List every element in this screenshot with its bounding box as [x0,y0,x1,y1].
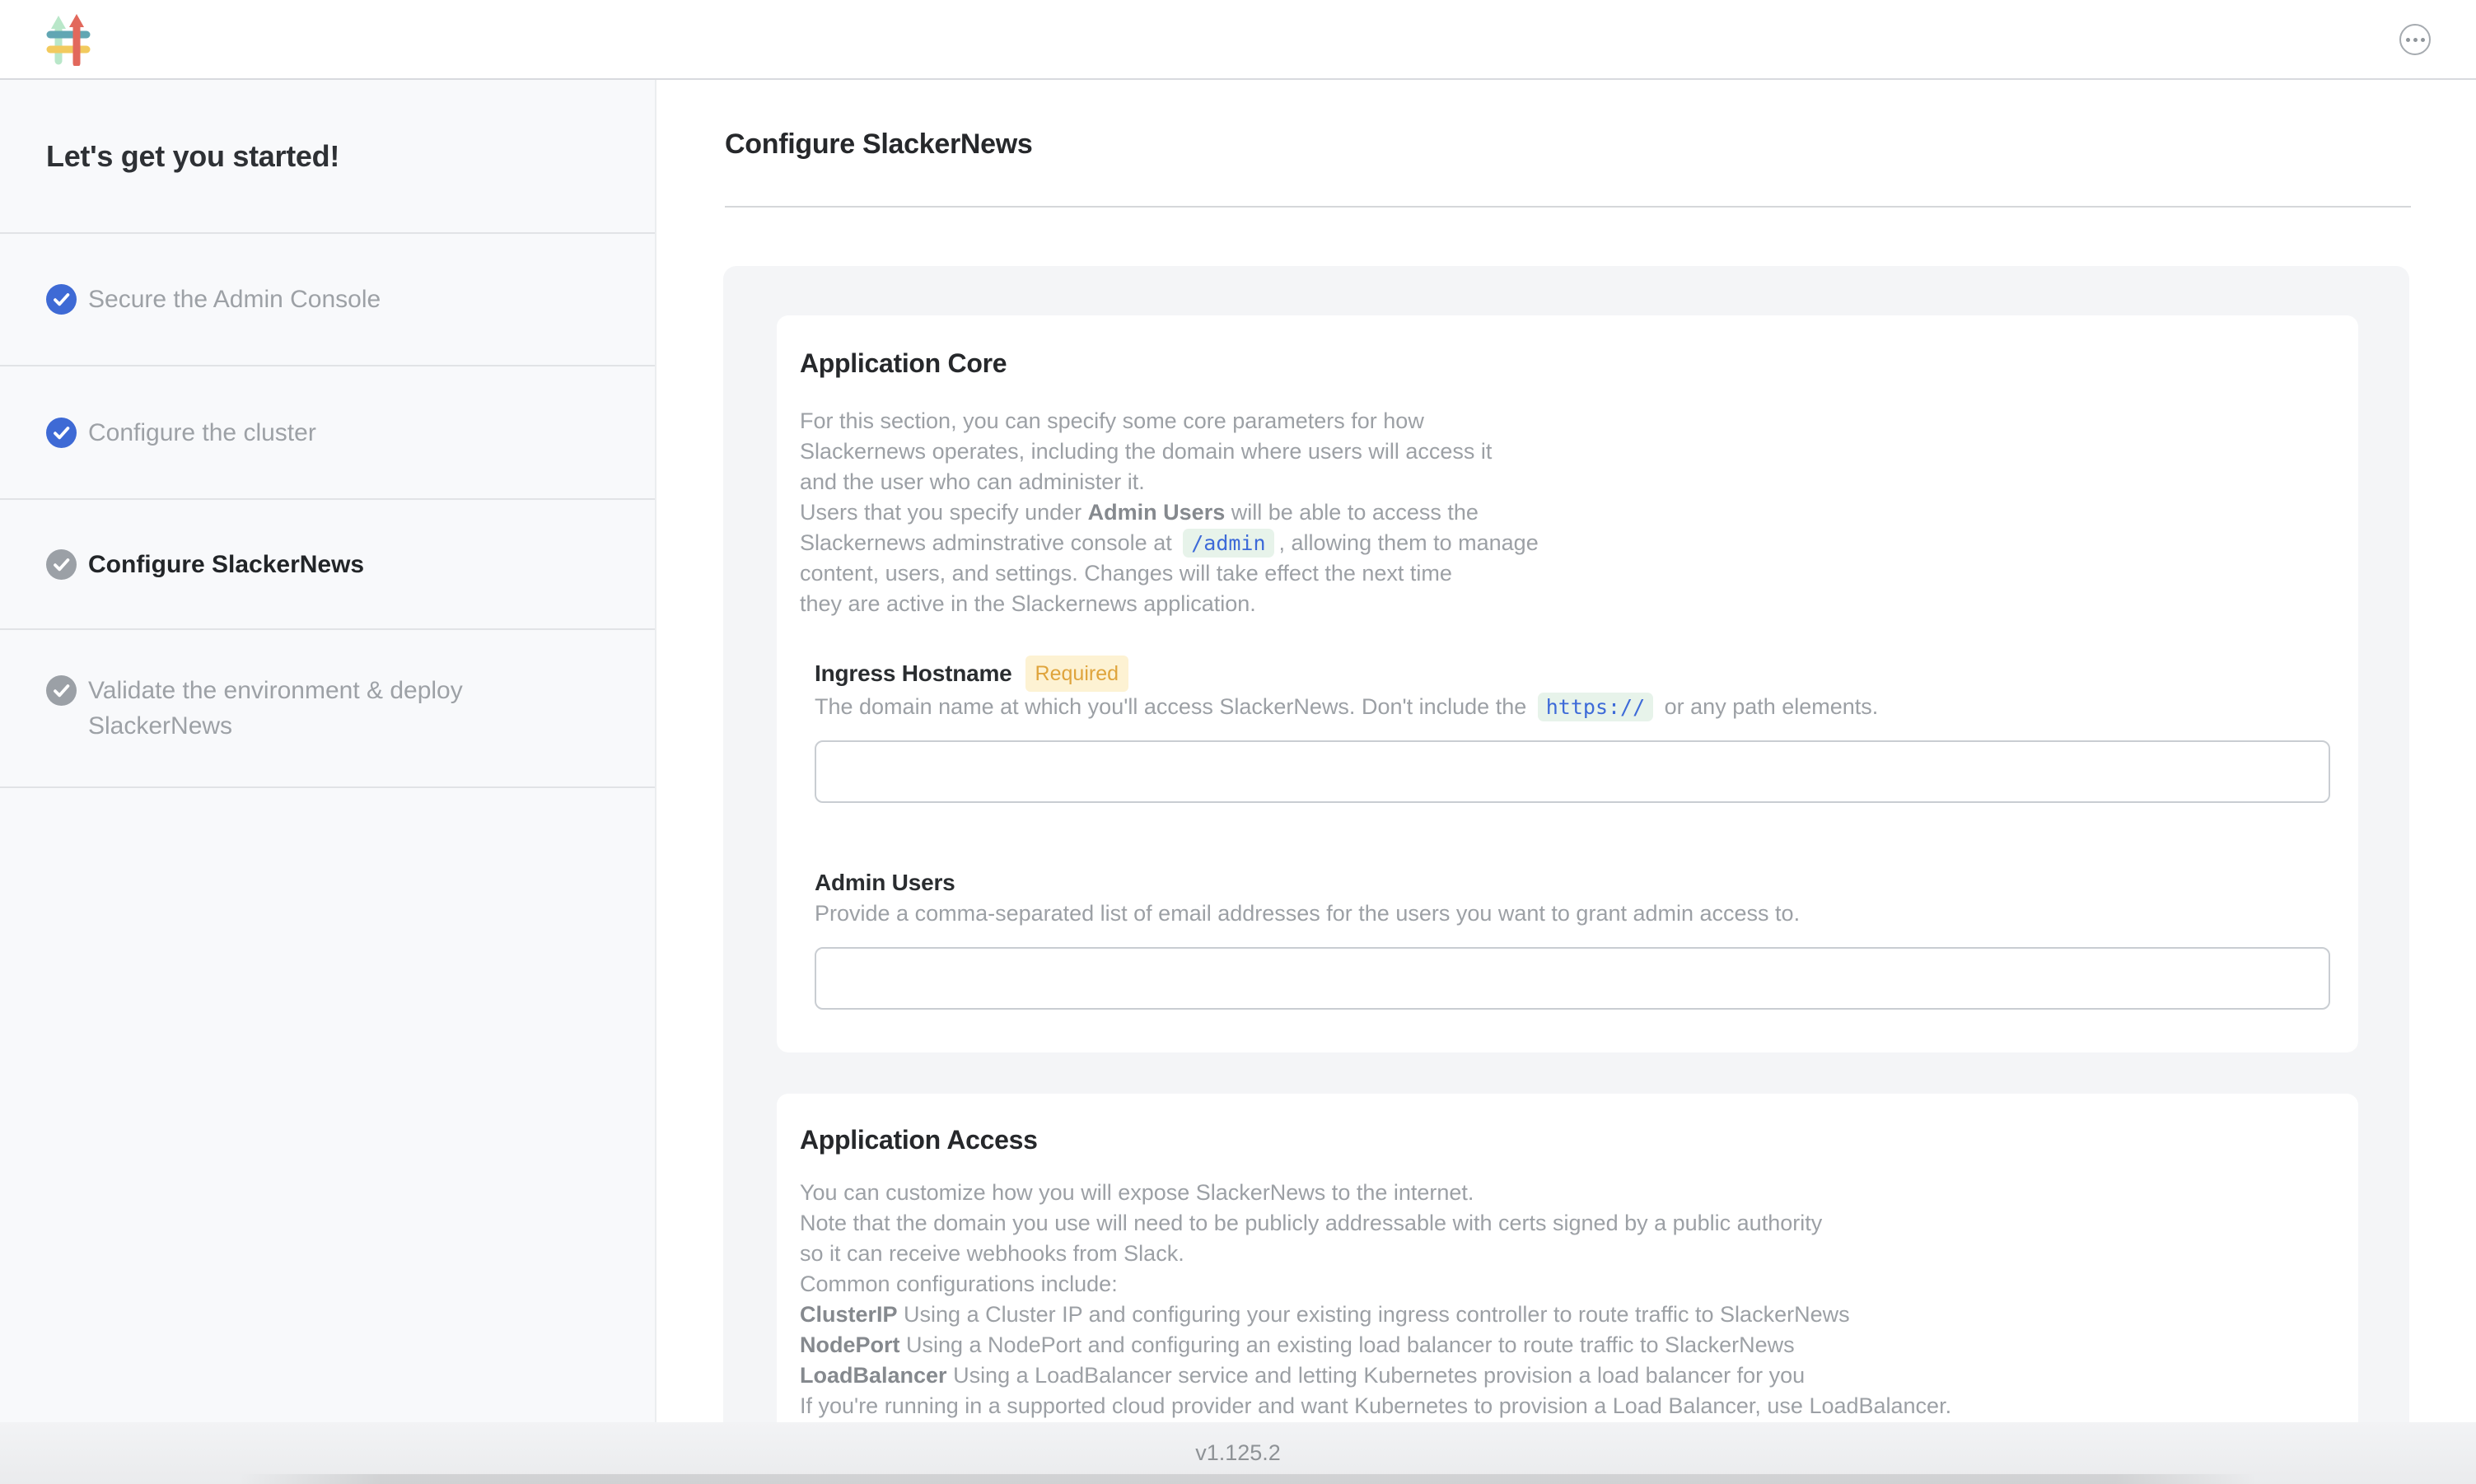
admin-path-code: /admin [1183,529,1273,558]
application-access-heading: Application Access [800,1125,2335,1155]
step-pending-check-icon [46,549,77,580]
admin-users-input[interactable] [815,947,2330,1010]
top-bar [0,0,2476,80]
application-core-card: Application Core For this section, you c… [777,315,2358,1052]
step-label: Configure SlackerNews [88,547,364,582]
application-access-card: Application Access You can customize how… [777,1094,2358,1422]
admin-users-help: Provide a comma-separated list of email … [815,898,2330,929]
more-options-button[interactable] [2399,24,2431,55]
application-access-description: You can customize how you will expose Sl… [800,1178,2335,1421]
app-version: v1.125.2 [1195,1440,1281,1466]
sidebar-heading: Let's get you started! [0,80,655,232]
admin-users-field-group: Admin Users Provide a comma-separated li… [815,867,2330,1010]
step-label: Secure the Admin Console [88,282,381,317]
ellipsis-icon [2406,38,2410,42]
step-complete-check-icon [46,418,77,448]
sidebar-step-configure-cluster[interactable]: Configure the cluster [0,365,655,498]
page-title: Configure SlackerNews [725,128,1033,161]
step-pending-check-icon [46,675,77,706]
ingress-hostname-input[interactable] [815,740,2330,803]
sidebar-step-secure-admin-console[interactable]: Secure the Admin Console [0,232,655,365]
ingress-hostname-field-group: Ingress Hostname Required The domain nam… [815,656,2330,803]
setup-steps-sidebar: Let's get you started! Secure the Admin … [0,80,656,1422]
config-panel: Application Core For this section, you c… [723,266,2409,1422]
ingress-hostname-label: Ingress Hostname [815,658,1012,689]
application-core-heading: Application Core [800,348,2335,378]
admin-users-label: Admin Users [815,867,955,898]
application-core-description: For this section, you can specify some c… [800,406,2335,619]
version-footer: v1.125.2 [0,1422,2476,1484]
clusterip-emphasis: ClusterIP [800,1302,898,1327]
sidebar-step-validate-deploy[interactable]: Validate the environment & deploy Slacke… [0,628,655,788]
step-label: Configure the cluster [88,415,316,450]
loadbalancer-emphasis: LoadBalancer [800,1363,947,1388]
https-code: https:// [1538,693,1653,721]
step-label: Validate the environment & deploy Slacke… [88,673,525,744]
required-badge: Required [1025,656,1128,692]
sidebar-step-configure-slackernews[interactable]: Configure SlackerNews [0,498,655,628]
nodeport-emphasis: NodePort [800,1332,900,1357]
ingress-hostname-help: The domain name at which you'll access S… [815,692,2330,722]
step-complete-check-icon [46,284,77,315]
admin-users-emphasis: Admin Users [1088,500,1226,525]
title-divider [725,206,2411,208]
slackernews-logo-icon [46,13,91,66]
